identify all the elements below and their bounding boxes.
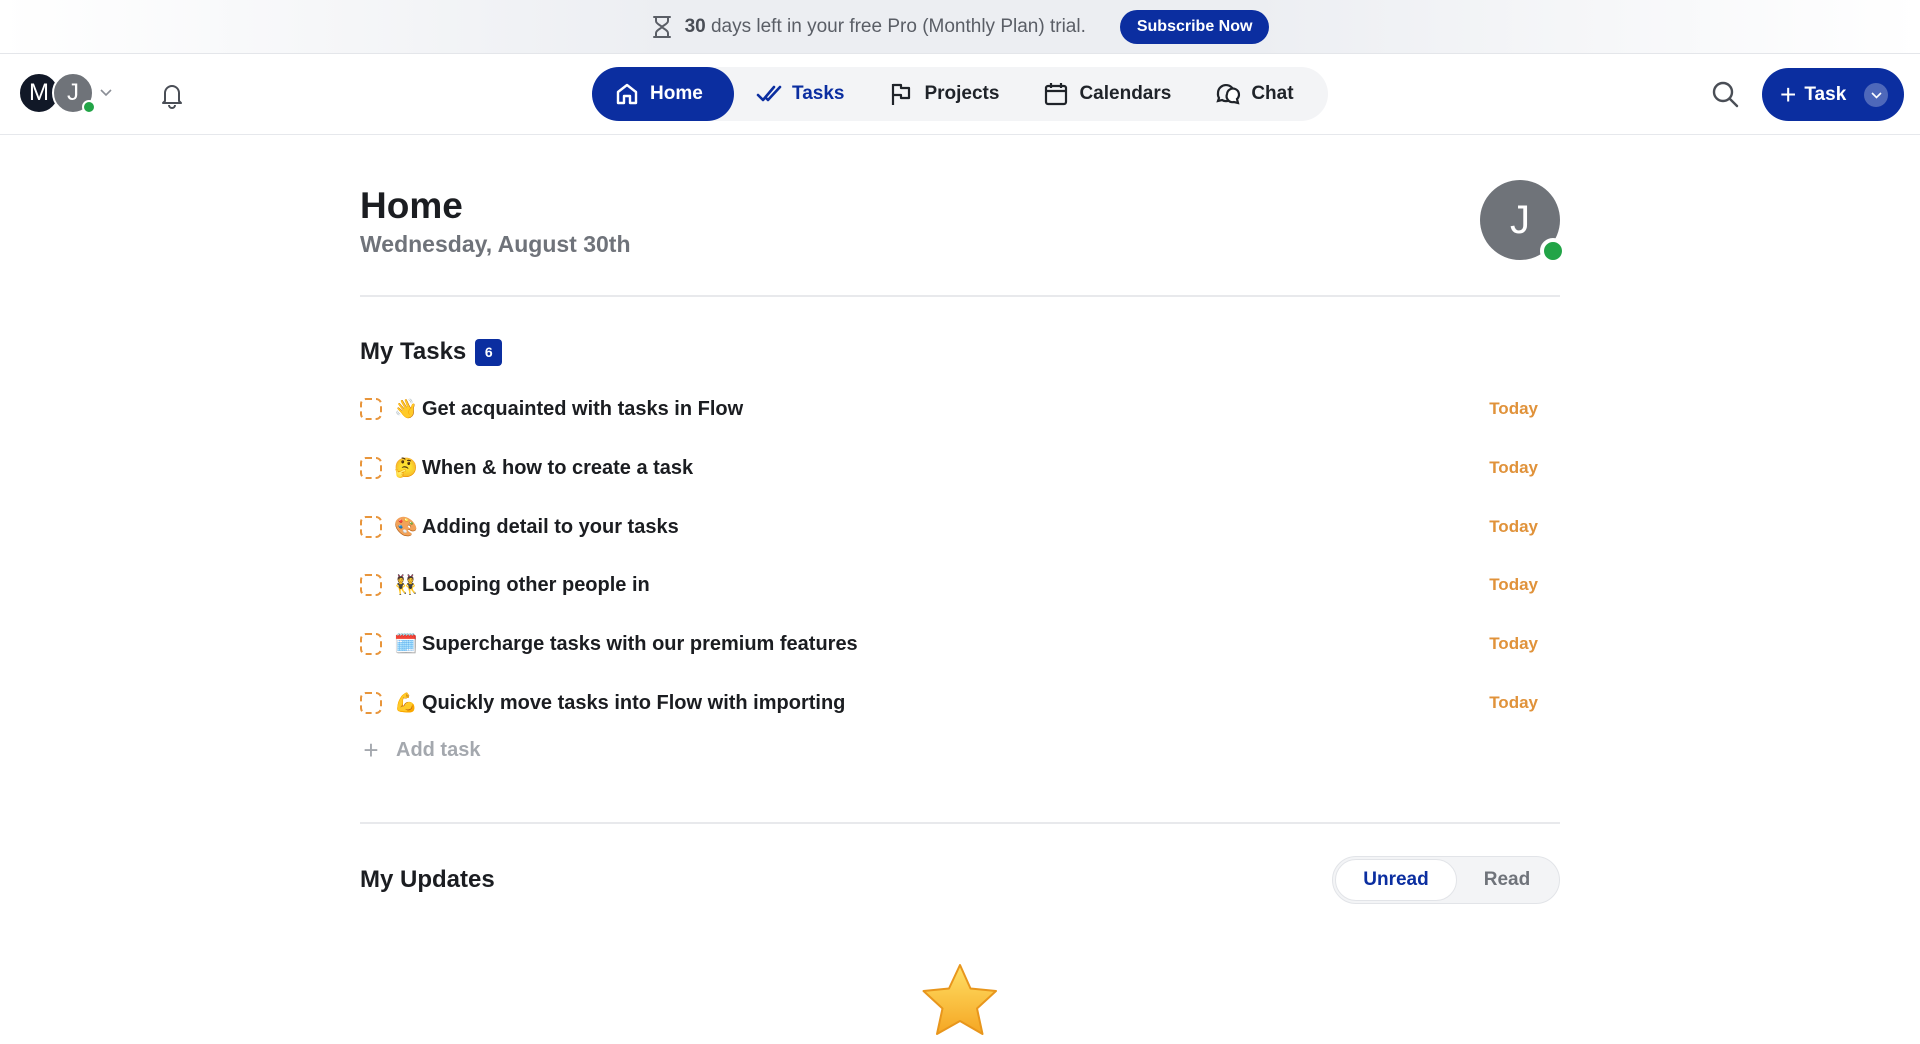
online-indicator <box>82 100 96 114</box>
flag-icon <box>892 83 911 105</box>
task-title[interactable]: Supercharge tasks with our premium featu… <box>422 633 858 656</box>
nav-projects[interactable]: Projects <box>866 67 1021 121</box>
tab-read[interactable]: Read <box>1457 859 1557 901</box>
check-double-icon <box>756 85 782 102</box>
avatar: J <box>52 72 96 114</box>
nav-label: Home <box>650 83 703 104</box>
hourglass-icon <box>652 15 671 38</box>
task-due-date[interactable]: Today <box>1489 517 1538 537</box>
add-task-button[interactable]: + Add task <box>360 735 480 766</box>
task-title[interactable]: When & how to create a task <box>422 457 693 480</box>
task-title[interactable]: Get acquainted with tasks in Flow <box>422 398 743 421</box>
task-title[interactable]: Quickly move tasks into Flow with import… <box>422 692 845 715</box>
nav-label: Projects <box>924 83 1000 104</box>
trial-message: 30 days left in your free Pro (Monthly P… <box>684 15 1086 37</box>
bell-icon[interactable] <box>157 80 187 110</box>
task-checkbox[interactable] <box>360 574 382 596</box>
calendar-icon <box>1045 83 1068 106</box>
tab-unread[interactable]: Unread <box>1335 859 1457 901</box>
nav-calendars[interactable]: Calendars <box>1021 67 1193 121</box>
task-due-date[interactable]: Today <box>1489 575 1538 595</box>
add-task-label: Add task <box>396 739 481 761</box>
task-checkbox[interactable] <box>360 457 382 479</box>
task-due-date[interactable]: Today <box>1489 634 1538 654</box>
main-nav: Home Tasks Projects Calendars Chat <box>592 67 1328 121</box>
task-due-date[interactable]: Today <box>1489 458 1538 478</box>
star-icon <box>922 964 997 1035</box>
divider <box>360 295 1560 297</box>
task-checkbox[interactable] <box>360 633 382 655</box>
divider <box>360 822 1560 824</box>
nav-label: Calendars <box>1079 83 1172 104</box>
trial-banner: 30 days left in your free Pro (Monthly P… <box>0 0 1920 54</box>
top-navigation: M J Home Tasks Projects Calendars Chat +… <box>0 55 1920 135</box>
task-row[interactable]: 🎨 Adding detail to your tasks Today <box>360 507 1560 547</box>
task-emoji: 🎨 <box>394 517 418 538</box>
task-checkbox[interactable] <box>360 516 382 538</box>
task-row[interactable]: 🗓️ Supercharge tasks with our premium fe… <box>360 624 1560 664</box>
plus-icon: + <box>363 735 379 765</box>
task-checkbox[interactable] <box>360 398 382 420</box>
nav-chat[interactable]: Chat <box>1193 67 1315 121</box>
plus-icon: + <box>1780 78 1797 110</box>
task-due-date[interactable]: Today <box>1489 399 1538 419</box>
task-count-badge: 6 <box>475 338 503 366</box>
task-emoji: 👋 <box>394 399 418 420</box>
task-checkbox[interactable] <box>360 692 382 714</box>
home-icon <box>616 83 638 105</box>
task-emoji: 💪 <box>394 693 418 714</box>
updates-filter-toggle: Unread Read <box>1332 856 1560 904</box>
task-row[interactable]: 👋 Get acquainted with tasks in Flow Toda… <box>360 389 1560 429</box>
task-title[interactable]: Looping other people in <box>422 574 650 597</box>
new-task-label: Task <box>1804 83 1847 105</box>
chevron-down-icon <box>100 89 112 97</box>
task-row[interactable]: 👯 Looping other people in Today <box>360 565 1560 605</box>
nav-label: Tasks <box>792 83 845 104</box>
task-row[interactable]: 🤔 When & how to create a task Today <box>360 448 1560 488</box>
my-updates-heading: My Updates <box>360 866 495 893</box>
page-date: Wednesday, August 30th <box>360 231 631 257</box>
task-emoji: 🗓️ <box>394 634 418 655</box>
new-task-button[interactable]: + Task <box>1762 68 1904 121</box>
my-tasks-heading: My Tasks 6 <box>360 338 503 366</box>
online-indicator <box>1540 238 1566 264</box>
task-due-date[interactable]: Today <box>1489 693 1538 713</box>
task-row[interactable]: 💪 Quickly move tasks into Flow with impo… <box>360 683 1560 723</box>
search-icon[interactable] <box>1711 80 1739 108</box>
page-title: Home <box>360 185 463 226</box>
chevron-down-icon[interactable] <box>1864 83 1888 107</box>
nav-home[interactable]: Home <box>592 67 734 121</box>
subscribe-now-button[interactable]: Subscribe Now <box>1119 9 1270 44</box>
task-title[interactable]: Adding detail to your tasks <box>422 516 679 539</box>
nav-tasks[interactable]: Tasks <box>734 67 866 121</box>
task-emoji: 🤔 <box>394 458 418 479</box>
account-switcher[interactable]: M J <box>18 72 112 114</box>
nav-label: Chat <box>1251 83 1294 104</box>
chat-icon <box>1216 84 1241 105</box>
avatar[interactable]: J <box>1480 180 1566 264</box>
task-emoji: 👯 <box>394 575 418 596</box>
